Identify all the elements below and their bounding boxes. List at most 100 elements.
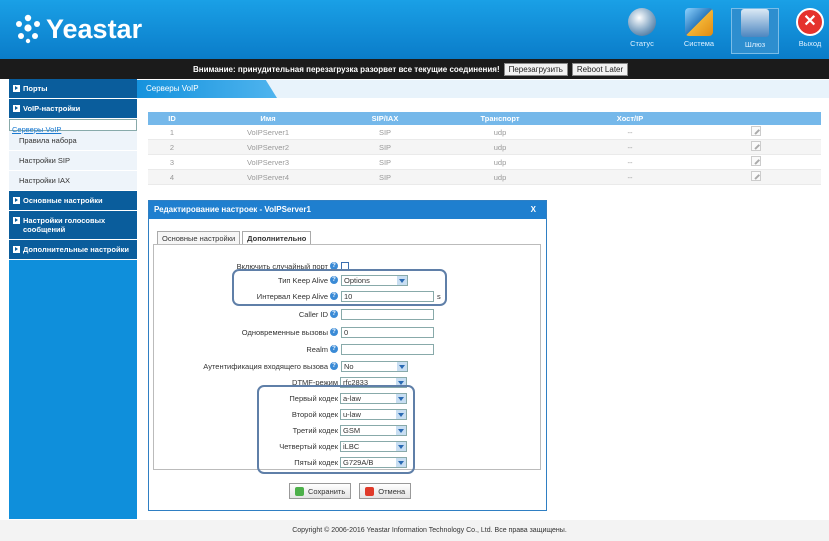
help-icon[interactable]: ? xyxy=(330,310,338,318)
tab-advanced[interactable]: Дополнительно xyxy=(242,231,312,244)
sidebar-item-voip-servers[interactable]: Серверы VoIP xyxy=(9,119,137,134)
chevron-down-icon xyxy=(397,361,407,371)
cell-id: 3 xyxy=(169,157,175,167)
concurrent-calls-row: Одновременные вызовы ? 0 xyxy=(154,325,434,339)
sidebar-section-advanced[interactable]: Дополнительные настройки xyxy=(9,240,137,260)
help-icon[interactable]: ? xyxy=(330,328,338,336)
cell-protocol: SIP xyxy=(378,142,392,152)
reboot-warning-bar: Внимание: принудительная перезагрузка ра… xyxy=(0,59,829,79)
caller-id-input[interactable] xyxy=(341,308,434,320)
exit-icon: ✕ xyxy=(796,8,824,36)
cell-host: -- xyxy=(627,157,633,167)
col-transport: Транспорт xyxy=(480,114,520,123)
col-host: Хост/IP xyxy=(616,114,644,123)
sidebar-item-iax-settings[interactable]: Настройки IAX xyxy=(9,171,137,191)
yeastar-logo: Yeastar xyxy=(14,9,142,49)
nav-status[interactable]: Статус xyxy=(618,8,666,54)
sidebar-section-label: VoIP-настройки xyxy=(23,104,81,113)
sidebar-section-ports[interactable]: Порты xyxy=(9,79,137,99)
col-id: ID xyxy=(168,114,176,123)
col-name: Имя xyxy=(260,114,276,123)
advanced-settings-form: Включить случайный порт ? Тип Keep Alive… xyxy=(153,244,541,474)
close-icon[interactable]: X xyxy=(531,201,536,219)
cell-protocol: SIP xyxy=(378,157,392,167)
cell-protocol: SIP xyxy=(378,127,392,137)
edit-icon[interactable] xyxy=(750,126,761,136)
sidebar: Порты VoIP-настройки Серверы VoIP Правил… xyxy=(9,79,137,519)
nav-system[interactable]: Система xyxy=(675,8,723,54)
concurrent-calls-label: Одновременные вызовы xyxy=(241,327,328,337)
table-row[interactable]: 2 VoIPServer2 SIP udp -- xyxy=(148,140,821,155)
sidebar-item-sip-settings[interactable]: Настройки SIP xyxy=(9,151,137,171)
concurrent-calls-input[interactable]: 0 xyxy=(341,326,434,338)
expand-icon xyxy=(13,105,20,112)
edit-icon[interactable] xyxy=(750,171,761,181)
table-row[interactable]: 4 VoIPServer4 SIP udp -- xyxy=(148,170,821,185)
realm-row: Realm ? xyxy=(154,342,434,356)
cell-host: -- xyxy=(627,127,633,137)
codecs-highlight xyxy=(257,385,415,474)
nav-status-label: Статус xyxy=(630,39,654,48)
header-bar: Yeastar Статус Система Шлюз ✕ Выход xyxy=(0,0,829,59)
edit-icon[interactable] xyxy=(750,156,761,166)
expand-icon xyxy=(13,197,20,204)
sidebar-section-label: Основные настройки xyxy=(23,196,103,205)
table-row[interactable]: 1 VoIPServer1 SIP udp -- xyxy=(148,125,821,140)
sidebar-section-basic[interactable]: Основные настройки xyxy=(9,191,137,211)
nav-gateway[interactable]: Шлюз xyxy=(731,8,779,54)
breadcrumb: Серверы VoIP xyxy=(137,80,829,98)
nav-exit-label: Выход xyxy=(798,39,822,48)
tab-basic-settings[interactable]: Основные настройки xyxy=(157,231,241,244)
help-icon[interactable]: ? xyxy=(330,362,338,370)
sidebar-section-voip[interactable]: VoIP-настройки xyxy=(9,99,137,119)
system-icon xyxy=(685,8,713,36)
nav-gateway-label: Шлюз xyxy=(744,40,766,49)
cell-id: 1 xyxy=(169,127,175,137)
sidebar-section-label: Порты xyxy=(23,84,48,93)
copyright-text: Copyright © 2006-2016 Yeastar Informatio… xyxy=(292,527,567,534)
cell-id: 4 xyxy=(169,172,175,182)
footer: Copyright © 2006-2016 Yeastar Informatio… xyxy=(0,520,829,541)
save-label: Сохранить xyxy=(308,486,346,496)
edit-icon[interactable] xyxy=(750,141,761,151)
expand-icon xyxy=(13,85,20,92)
sidebar-section-voicemail[interactable]: Настройки голосовых сообщений xyxy=(9,211,137,240)
cancel-button[interactable]: Отмена xyxy=(359,483,412,499)
reboot-now-button[interactable]: Перезагрузить xyxy=(503,62,568,76)
cancel-label: Отмена xyxy=(378,486,406,496)
table-row[interactable]: 3 VoIPServer3 SIP udp -- xyxy=(148,155,821,170)
cell-host: -- xyxy=(627,172,633,182)
cell-transport: udp xyxy=(493,127,507,137)
cell-host: -- xyxy=(627,142,633,152)
cell-protocol: SIP xyxy=(378,172,392,182)
nav-system-label: Система xyxy=(683,39,715,48)
auth-incoming-label: Аутентификация входящего вызова xyxy=(203,361,328,371)
cell-name: VoIPServer2 xyxy=(246,142,290,152)
dialog-buttons: Сохранить Отмена xyxy=(289,483,419,499)
help-icon[interactable]: ? xyxy=(330,345,338,353)
sidebar-section-label: Настройки голосовых сообщений xyxy=(23,216,106,234)
breadcrumb-current: Серверы VoIP xyxy=(137,80,277,98)
cell-name: VoIPServer3 xyxy=(246,157,290,167)
dialog-title: Редактирование настроек - VoIPServer1 xyxy=(154,205,311,214)
expand-icon xyxy=(13,246,20,253)
keepalive-highlight xyxy=(232,269,447,306)
cell-transport: udp xyxy=(493,142,507,152)
col-protocol: SIP/IAX xyxy=(371,114,399,123)
caller-id-label: Caller ID xyxy=(298,309,328,319)
realm-input[interactable] xyxy=(341,343,434,355)
auth-incoming-select[interactable]: No xyxy=(341,360,408,372)
nav-exit[interactable]: ✕ Выход xyxy=(786,8,829,54)
table-header: ID Имя SIP/IAX Транспорт Хост/IP xyxy=(148,112,821,125)
gateway-icon xyxy=(741,9,769,37)
auth-incoming-value: No xyxy=(344,361,354,371)
cell-transport: udp xyxy=(493,157,507,167)
dialog-tabs: Основные настройки Дополнительно xyxy=(157,231,313,244)
cell-transport: udp xyxy=(493,172,507,182)
reboot-later-button[interactable]: Reboot Later xyxy=(571,62,629,76)
dialog-title-bar: Редактирование настроек - VoIPServer1 X xyxy=(149,201,546,219)
auth-incoming-row: Аутентификация входящего вызова ? No xyxy=(154,359,408,373)
save-button[interactable]: Сохранить xyxy=(289,483,352,499)
logo-text: Yeastar xyxy=(46,13,143,44)
edit-server-dialog: Редактирование настроек - VoIPServer1 X … xyxy=(148,200,547,511)
